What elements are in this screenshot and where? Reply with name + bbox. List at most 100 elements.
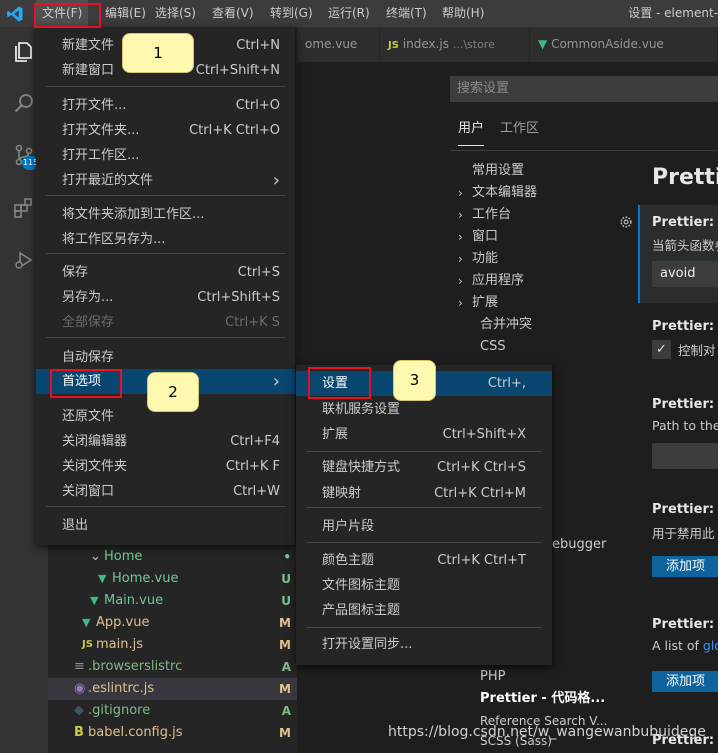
settings-toc-item-5[interactable]: › 应用程序	[458, 270, 524, 292]
menubar-item-1[interactable]: 编辑(E)	[99, 0, 152, 27]
tab-home-vue[interactable]: ome.vue	[297, 27, 380, 62]
bracket-spacing-checkbox[interactable]: ✓	[652, 340, 671, 359]
setting-title-bracket-spacing: Prettier: Bra	[652, 319, 718, 334]
settings-toc-item-0[interactable]: 常用设置	[472, 160, 524, 182]
preferences-menu-item-4[interactable]: 键映射 Ctrl+K Ctrl+M	[296, 481, 552, 506]
add-item-button-2[interactable]: 添加项	[652, 671, 718, 692]
menubar-item-7[interactable]: 帮助(H)	[436, 0, 490, 27]
settings-toc-subitem-0[interactable]: 合并冲突	[480, 314, 532, 336]
explorer-tree-row[interactable]: Bbabel.config.js M	[48, 722, 297, 744]
menu-separator	[46, 337, 285, 338]
menu-item-label: 文件图标主题	[322, 578, 401, 593]
preferences-menu-item-2[interactable]: 扩展 Ctrl+Shift+X	[296, 422, 552, 447]
glob-link[interactable]: glo	[703, 638, 718, 653]
preferences-menu-item-9[interactable]: 打开设置同步...	[296, 632, 552, 657]
explorer-tree-row[interactable]: ◆ .gitignore A	[48, 700, 297, 722]
arrow-parens-select[interactable]: avoid	[652, 261, 718, 287]
explorer-tree-row[interactable]: ≡ .browserslistrc A	[48, 656, 297, 678]
git-file-icon: ◆	[74, 703, 84, 718]
menubar-item-4[interactable]: 转到(G)	[264, 0, 319, 27]
menu-item-label: 用户片段	[322, 519, 375, 534]
settings-toc-extension-1[interactable]: PHP	[480, 666, 505, 688]
file-menu-item-16[interactable]: 关闭窗口 Ctrl+W	[36, 479, 295, 504]
config-file-icon: ≡	[74, 659, 85, 674]
file-menu-item-9[interactable]: 另存为... Ctrl+Shift+S	[36, 285, 295, 310]
settings-toc-extension-2[interactable]: Prettier - 代码格...	[480, 688, 605, 710]
config-path-input[interactable]	[652, 443, 718, 469]
settings-toc-subitem-1[interactable]: CSS	[480, 336, 506, 358]
tab-user-settings[interactable]: 用户	[458, 118, 485, 146]
explorer-item-label: Home.vue	[112, 571, 179, 586]
menu-item-shortcut: Ctrl+Shift+S	[197, 290, 280, 305]
gear-icon[interactable]	[619, 215, 633, 229]
menubar-item-6[interactable]: 终端(T)	[380, 0, 433, 27]
preferences-menu-item-3[interactable]: 键盘快捷方式 Ctrl+K Ctrl+S	[296, 455, 552, 480]
menu-separator	[46, 86, 285, 87]
settings-search-input[interactable]: 搜索设置	[450, 76, 718, 102]
chevron-right-icon: ›	[458, 230, 463, 244]
menubar-item-3[interactable]: 查看(V)	[206, 0, 260, 27]
menu-item-label: 新建文件	[62, 38, 115, 53]
settings-toc-item-3[interactable]: › 窗口	[458, 226, 499, 248]
file-menu-item-6[interactable]: 将文件夹添加到工作区...	[36, 202, 295, 227]
menu-item-label: 键映射	[322, 486, 362, 501]
settings-toc-extension-0[interactable]: ebugger	[552, 534, 606, 556]
git-status-badge: M	[279, 726, 291, 740]
file-menu-item-14[interactable]: 关闭编辑器 Ctrl+F4	[36, 429, 295, 454]
explorer-tree-row[interactable]: ▼ Main.vue U	[48, 590, 297, 612]
add-item-button[interactable]: 添加项	[652, 556, 718, 577]
menu-item-shortcut: Ctrl+W	[233, 484, 280, 499]
settings-toc-item-4[interactable]: › 功能	[458, 248, 498, 270]
tab-workspace-settings[interactable]: 工作区	[500, 118, 539, 140]
explorer-icon[interactable]	[12, 40, 36, 64]
search-icon[interactable]	[12, 91, 36, 115]
file-menu-item-4[interactable]: 打开工作区...	[36, 143, 295, 168]
extensions-icon[interactable]	[12, 196, 36, 220]
setting-title-config-path: Prettier: Co	[652, 397, 718, 412]
explorer-tree-row[interactable]: ◉ .eslintrc.js M	[48, 678, 297, 700]
menu-separator	[306, 507, 542, 508]
settings-toc-item-6[interactable]: › 扩展	[458, 292, 498, 314]
file-menu-item-17[interactable]: 退出	[36, 513, 295, 538]
preferences-menu-item-8[interactable]: 产品图标主题	[296, 598, 552, 623]
chevron-right-icon: ›	[458, 274, 463, 288]
file-menu-item-5[interactable]: 打开最近的文件 ›	[36, 168, 295, 193]
file-menu-item-10[interactable]: 全部保存 Ctrl+K S	[36, 310, 295, 335]
explorer-tree-row[interactable]: ▼ Home.vue U	[48, 568, 297, 590]
file-menu-item-3[interactable]: 打开文件夹... Ctrl+K Ctrl+O	[36, 118, 295, 143]
callout-step-1: 1	[122, 33, 194, 73]
file-menu-item-2[interactable]: 打开文件... Ctrl+O	[36, 93, 295, 118]
chevron-right-icon: ›	[458, 296, 463, 310]
babel-file-icon: B	[74, 725, 84, 740]
tab-index-js[interactable]: JS index.js ...\store	[380, 27, 530, 62]
menu-item-label: 打开文件...	[62, 98, 127, 113]
run-debug-icon[interactable]	[12, 248, 36, 272]
explorer-tree-row[interactable]: ⌄ Home •	[48, 546, 297, 568]
menubar-item-5[interactable]: 运行(R)	[322, 0, 376, 27]
preferences-menu-item-6[interactable]: 颜色主题 Ctrl+K Ctrl+T	[296, 548, 552, 573]
git-status-badge: U	[281, 594, 291, 608]
menu-separator	[306, 627, 542, 628]
vue-file-icon: ▼	[90, 594, 99, 607]
settings-toc-item-2[interactable]: › 工作台	[458, 204, 511, 226]
vscode-logo-icon	[7, 6, 23, 22]
preferences-menu-item-7[interactable]: 文件图标主题	[296, 573, 552, 598]
toc-label: 窗口	[472, 229, 499, 244]
explorer-tree-row[interactable]: ▼ App.vue M	[48, 612, 297, 634]
file-menu-item-11[interactable]: 自动保存	[36, 345, 295, 370]
tab-commonaside-vue[interactable]: ▼ CommonAside.vue	[530, 27, 718, 62]
menu-item-shortcut: Ctrl+K Ctrl+O	[189, 123, 280, 138]
menu-item-label: 键盘快捷方式	[322, 460, 401, 475]
explorer-tree-row[interactable]: JS main.js M	[48, 634, 297, 656]
file-menu-item-7[interactable]: 将工作区另存为...	[36, 227, 295, 252]
menu-item-shortcut: Ctrl+,	[487, 376, 526, 391]
menu-separator	[306, 542, 542, 543]
file-menu-item-8[interactable]: 保存 Ctrl+S	[36, 260, 295, 285]
menu-item-label: 还原文件	[62, 409, 115, 424]
vue-file-icon: ▼	[82, 616, 91, 629]
settings-toc-item-1[interactable]: › 文本编辑器	[458, 182, 537, 204]
preferences-menu-item-5[interactable]: 用户片段	[296, 514, 552, 539]
explorer-item-label: .eslintrc.js	[88, 681, 155, 696]
file-menu-item-15[interactable]: 关闭文件夹 Ctrl+K F	[36, 454, 295, 479]
menubar-item-2[interactable]: 选择(S)	[149, 0, 202, 27]
